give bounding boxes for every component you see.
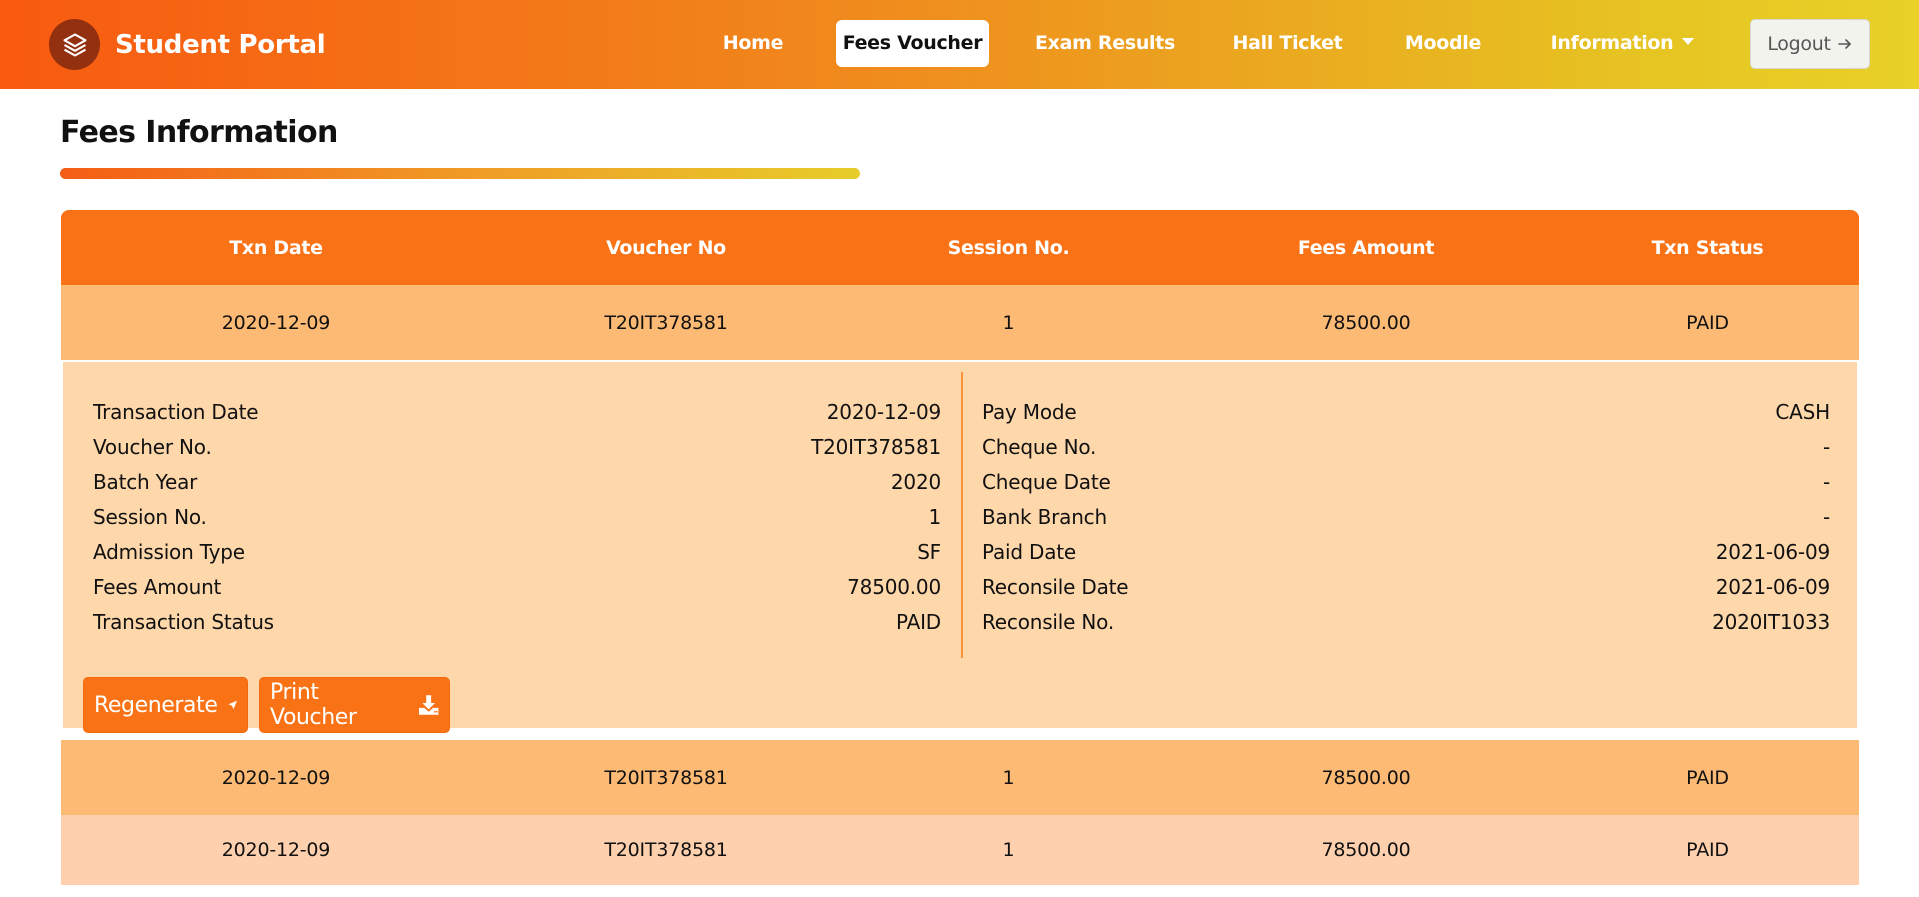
nav-exam-results[interactable]: Exam Results — [1029, 20, 1181, 67]
detail-label: Bank Branch — [982, 505, 1107, 529]
detail-item-reconsile-date: Reconsile Date 2021-06-09 — [982, 570, 1830, 605]
regenerate-label: Regenerate — [94, 692, 218, 718]
detail-label: Fees Amount — [93, 575, 222, 599]
detail-item-cheque-date: Cheque Date - — [982, 465, 1830, 500]
cell-txn-date: 2020-12-09 — [221, 311, 331, 334]
cell-voucher-no: T20IT378581 — [604, 766, 728, 789]
detail-value: 2021-06-09 — [1715, 575, 1830, 599]
detail-item-bank-branch: Bank Branch - — [982, 500, 1830, 535]
nav-fees-voucher[interactable]: Fees Voucher — [836, 20, 989, 67]
detail-value: 2021-06-09 — [1715, 540, 1830, 564]
detail-value: - — [1822, 505, 1830, 529]
detail-value: SF — [917, 540, 941, 564]
detail-divider — [961, 372, 963, 658]
cell-voucher-no: T20IT378581 — [604, 839, 728, 861]
detail-value: 78500.00 — [847, 575, 941, 599]
fees-table: Txn Date Voucher No Session No. Fees Amo… — [61, 210, 1859, 885]
cell-fees-amount: 78500.00 — [1321, 839, 1411, 861]
top-navbar: Student Portal Home Fees Voucher Exam Re… — [0, 0, 1919, 89]
detail-value: 2020 — [890, 470, 941, 494]
detail-label: Transaction Date — [93, 400, 259, 424]
caret-down-icon — [1682, 38, 1695, 45]
column-header-session-no: Session No. — [947, 236, 1070, 259]
table-row[interactable]: 2020-12-09 T20IT378581 1 78500.00 PAID — [61, 285, 1859, 360]
table-row[interactable]: 2020-12-09 T20IT378581 1 78500.00 PAID — [61, 815, 1859, 885]
detail-label: Pay Mode — [982, 400, 1077, 424]
detail-right-list: Pay Mode CASH Cheque No. - Cheque Date - Ba… — [982, 395, 1830, 640]
nav-moodle[interactable]: Moodle — [1395, 20, 1491, 67]
detail-value: 2020IT1033 — [1712, 610, 1830, 634]
cell-txn-status: PAID — [1686, 839, 1729, 861]
cell-txn-date: 2020-12-09 — [221, 839, 331, 861]
detail-item-cheque-no: Cheque No. - — [982, 430, 1830, 465]
detail-item-transaction-status: Transaction Status PAID — [93, 605, 941, 640]
cell-fees-amount: 78500.00 — [1321, 311, 1411, 334]
detail-item-voucher-no: Voucher No. T20IT378581 — [93, 430, 941, 465]
detail-value: - — [1822, 470, 1830, 494]
detail-item-session-no: Session No. 1 — [93, 500, 941, 535]
download-icon — [418, 695, 439, 715]
title-underline — [60, 168, 860, 179]
column-header-txn-status: Txn Status — [1651, 236, 1764, 259]
detail-content: Transaction Date 2020-12-09 Voucher No. T2… — [63, 362, 1857, 733]
detail-label: Session No. — [93, 505, 207, 529]
detail-value: CASH — [1775, 400, 1830, 424]
column-header-txn-date: Txn Date — [229, 236, 323, 259]
send-icon — [227, 700, 237, 710]
detail-label: Paid Date — [982, 540, 1077, 564]
nav-hall-ticket[interactable]: Hall Ticket — [1225, 20, 1350, 67]
row-detail-panel: Transaction Date 2020-12-09 Voucher No. T2… — [61, 360, 1859, 740]
detail-item-transaction-date: Transaction Date 2020-12-09 — [93, 395, 941, 430]
detail-label: Reconsile No. — [982, 610, 1115, 634]
cell-txn-status: PAID — [1686, 311, 1729, 334]
column-header-fees-amount: Fees Amount — [1297, 236, 1435, 259]
detail-label: Batch Year — [93, 470, 198, 494]
detail-value: PAID — [896, 610, 941, 634]
print-voucher-label: Print Voucher — [270, 680, 357, 730]
cell-txn-status: PAID — [1686, 766, 1729, 789]
logout-label: Logout — [1767, 33, 1831, 55]
cell-session-no: 1 — [1002, 766, 1015, 789]
detail-item-fees-amount: Fees Amount 78500.00 — [93, 570, 941, 605]
logout-button[interactable]: Logout — [1750, 19, 1870, 69]
cell-session-no: 1 — [1002, 311, 1015, 334]
cell-fees-amount: 78500.00 — [1321, 766, 1411, 789]
cell-txn-date: 2020-12-09 — [221, 766, 331, 789]
detail-value: 1 — [928, 505, 941, 529]
arrow-right-icon — [1837, 39, 1851, 49]
detail-item-admission-type: Admission Type SF — [93, 535, 941, 570]
detail-label: Cheque No. — [982, 435, 1097, 459]
regenerate-button[interactable]: Regenerate — [83, 677, 248, 733]
detail-value: - — [1822, 435, 1830, 459]
detail-label: Reconsile Date — [982, 575, 1129, 599]
nav-information-dropdown[interactable]: Information — [1540, 20, 1705, 67]
nav-links: Home Fees Voucher Exam Results Hall Tick… — [0, 0, 1919, 89]
nav-information-label: Information — [1550, 32, 1674, 54]
detail-item-reconsile-no: Reconsile No. 2020IT1033 — [982, 605, 1830, 640]
detail-label: Cheque Date — [982, 470, 1111, 494]
nav-home[interactable]: Home — [710, 20, 796, 67]
cell-session-no: 1 — [1002, 839, 1015, 861]
detail-label: Transaction Status — [93, 610, 274, 634]
detail-value: 2020-12-09 — [826, 400, 941, 424]
page-title: Fees Information — [60, 115, 338, 150]
cell-voucher-no: T20IT378581 — [604, 311, 728, 334]
table-row[interactable]: 2020-12-09 T20IT378581 1 78500.00 PAID — [61, 740, 1859, 815]
print-voucher-button[interactable]: Print Voucher — [259, 677, 450, 733]
detail-item-batch-year: Batch Year 2020 — [93, 465, 941, 500]
detail-item-paid-date: Paid Date 2021-06-09 — [982, 535, 1830, 570]
column-header-voucher-no: Voucher No — [606, 236, 726, 259]
detail-label: Admission Type — [93, 540, 245, 564]
table-header: Txn Date Voucher No Session No. Fees Amo… — [61, 210, 1859, 285]
detail-label: Voucher No. — [93, 435, 212, 459]
detail-value: T20IT378581 — [811, 435, 941, 459]
detail-item-pay-mode: Pay Mode CASH — [982, 395, 1830, 430]
detail-left-list: Transaction Date 2020-12-09 Voucher No. T2… — [93, 395, 941, 640]
